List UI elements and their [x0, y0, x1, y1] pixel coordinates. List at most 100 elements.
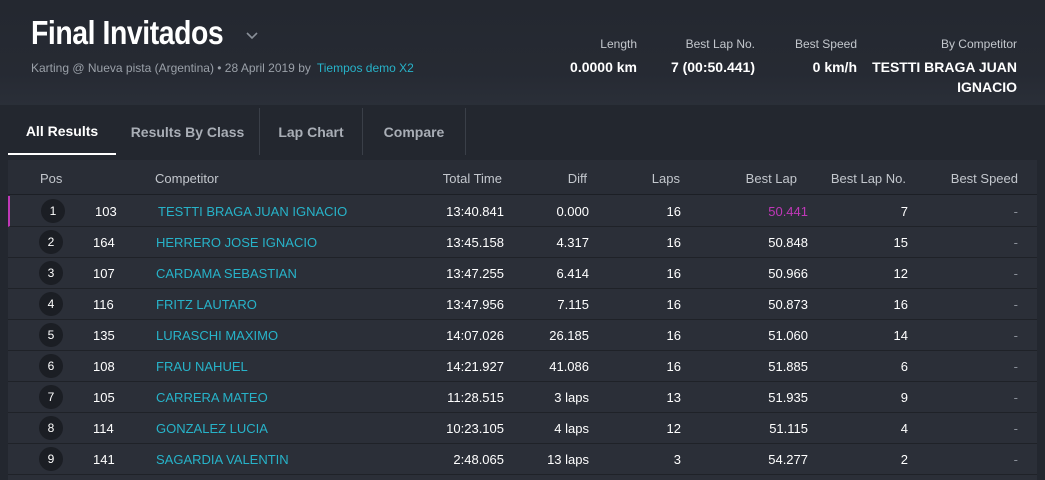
best-lap-value: 50.441	[768, 204, 808, 219]
best-lap-no-value: 15	[893, 235, 908, 250]
total-time: 14:07.026	[446, 328, 504, 343]
position-badge: 2	[39, 230, 63, 254]
table-row[interactable]: 1 103 TESTTI BRAGA JUAN IGNACIO 13:40.841 0.…	[8, 196, 1037, 227]
laps-value: 16	[666, 359, 681, 374]
stat-label: By Competitor	[940, 37, 1017, 51]
table-header: Pos Competitor Total Time Diff Laps Best…	[8, 160, 1037, 195]
author-link[interactable]: Tiempos demo X2	[317, 61, 414, 75]
diff-value: 6.414	[556, 266, 589, 281]
col-header-diff[interactable]: Diff	[568, 171, 587, 186]
stat-value: 0 km/h	[812, 59, 857, 75]
best-lap-no-value: 4	[900, 421, 908, 436]
best-lap-value: 50.966	[768, 266, 808, 281]
best-speed-value: -	[1013, 235, 1018, 250]
total-time: 13:45.158	[446, 235, 504, 250]
laps-value: 12	[666, 421, 681, 436]
best-speed-value: -	[1013, 421, 1018, 436]
best-lap-no-value: 9	[900, 390, 908, 405]
kart-number: 164	[93, 235, 115, 250]
best-lap-no-value: 14	[893, 328, 908, 343]
competitor-link[interactable]: FRITZ LAUTARO	[156, 297, 257, 312]
total-time: 10:23.105	[446, 421, 504, 436]
stat-best-lap-no: Best Lap No. 7 (00:50.441)	[671, 37, 755, 77]
col-header-competitor[interactable]: Competitor	[155, 171, 219, 186]
best-lap-value: 51.115	[769, 421, 808, 436]
position-badge: 7	[39, 385, 63, 409]
stat-best-speed: Best Speed 0 km/h	[795, 37, 857, 77]
title-row[interactable]: Final Invitados	[31, 14, 260, 52]
kart-number: 114	[93, 421, 114, 436]
best-lap-value: 50.873	[768, 297, 808, 312]
col-header-best-lap[interactable]: Best Lap	[746, 171, 797, 186]
laps-value: 13	[666, 390, 681, 405]
position-badge: 1	[41, 199, 65, 223]
event-subtitle: Karting @ Nueva pista (Argentina) • 28 A…	[31, 61, 414, 75]
position-badge: 5	[39, 323, 63, 347]
laps-value: 16	[666, 204, 681, 219]
diff-value: 0.000	[556, 204, 589, 219]
best-lap-no-value: 12	[893, 266, 908, 281]
total-time: 11:28.515	[447, 390, 504, 405]
stat-value: 7 (00:50.441)	[670, 59, 755, 75]
chevron-down-icon[interactable]	[244, 28, 260, 44]
stat-by-competitor: By Competitor TESTTI BRAGA JUAN IGNACIO	[872, 37, 1017, 97]
competitor-link[interactable]: CARDAMA SEBASTIAN	[156, 266, 297, 281]
kart-number: 135	[93, 328, 115, 343]
table-row[interactable]: 8 114 GONZALEZ LUCIA 10:23.105 4 laps 12 51.11…	[8, 413, 1037, 444]
competitor-link[interactable]: FRAU NAHUEL	[156, 359, 248, 374]
col-header-best-speed[interactable]: Best Speed	[951, 171, 1018, 186]
col-header-total-time[interactable]: Total Time	[443, 171, 502, 186]
table-row[interactable]: 2 164 HERRERO JOSE IGNACIO 13:45.158 4.317 16…	[8, 227, 1037, 258]
page-title: Final Invitados	[31, 14, 224, 51]
tab-all-results[interactable]: All Results	[8, 108, 116, 155]
kart-number: 141	[93, 452, 115, 467]
diff-value: 4 laps	[554, 421, 589, 436]
kart-number: 108	[93, 359, 115, 374]
best-speed-value: -	[1013, 266, 1018, 281]
results-tabs: All Results Results By Class Lap Chart C…	[0, 108, 466, 156]
best-lap-no-value: 7	[900, 204, 908, 219]
table-row[interactable]: 4 116 FRITZ LAUTARO 13:47.956 7.115 16 50.873 1…	[8, 289, 1037, 320]
competitor-link[interactable]: TESTTI BRAGA JUAN IGNACIO	[158, 204, 347, 219]
competitor-link[interactable]: GONZALEZ LUCIA	[156, 421, 268, 436]
table-row[interactable]: 7 105 CARRERA MATEO 11:28.515 3 laps 13 51.935…	[8, 382, 1037, 413]
tab-lap-chart[interactable]: Lap Chart	[260, 108, 363, 155]
kart-number: 103	[95, 204, 117, 219]
diff-value: 41.086	[549, 359, 589, 374]
event-info: Karting @ Nueva pista (Argentina) • 28 A…	[31, 61, 311, 75]
laps-value: 3	[673, 452, 681, 467]
col-header-laps[interactable]: Laps	[652, 171, 680, 186]
total-time: 2:48.065	[453, 452, 504, 467]
best-lap-value: 50.848	[768, 235, 808, 250]
laps-value: 16	[666, 266, 681, 281]
total-time: 13:47.956	[446, 297, 504, 312]
competitor-link[interactable]: SAGARDIA VALENTIN	[156, 452, 289, 467]
position-badge: 8	[39, 416, 63, 440]
laps-value: 16	[666, 328, 681, 343]
best-lap-value: 51.060	[768, 328, 808, 343]
col-header-pos[interactable]: Pos	[40, 171, 62, 186]
best-speed-value: -	[1013, 204, 1018, 219]
table-row[interactable]: 6 108 FRAU NAHUEL 14:21.927 41.086 16 51.885 6 -	[8, 351, 1037, 382]
position-badge: 3	[39, 261, 63, 285]
table-row[interactable]: 9 141 SAGARDIA VALENTIN 2:48.065 13 laps 3 54.…	[8, 444, 1037, 475]
competitor-link[interactable]: HERRERO JOSE IGNACIO	[156, 235, 317, 250]
stat-value-line: IGNACIO	[957, 79, 1017, 95]
total-time: 14:21.927	[446, 359, 504, 374]
table-row[interactable]: 5 135 LURASCHI MAXIMO 14:07.026 26.185 16 51.0…	[8, 320, 1037, 351]
tab-compare[interactable]: Compare	[363, 108, 466, 155]
competitor-link[interactable]: CARRERA MATEO	[156, 390, 268, 405]
diff-value: 3 laps	[554, 390, 589, 405]
best-lap-no-value: 16	[893, 297, 908, 312]
tab-results-by-class[interactable]: Results By Class	[116, 108, 260, 155]
results-table: Pos Competitor Total Time Diff Laps Best…	[8, 160, 1037, 480]
total-time: 13:40.841	[446, 204, 504, 219]
table-row[interactable]: 3 107 CARDAMA SEBASTIAN 13:47.255 6.414 16 50.…	[8, 258, 1037, 289]
col-header-best-lap-no[interactable]: Best Lap No.	[831, 171, 906, 186]
best-speed-value: -	[1013, 359, 1018, 374]
page-header: Final Invitados Karting @ Nueva pista (A…	[0, 0, 1045, 105]
kart-number: 105	[93, 390, 115, 405]
stat-label: Best Speed	[794, 37, 857, 51]
best-lap-value: 54.277	[768, 452, 808, 467]
competitor-link[interactable]: LURASCHI MAXIMO	[156, 328, 278, 343]
